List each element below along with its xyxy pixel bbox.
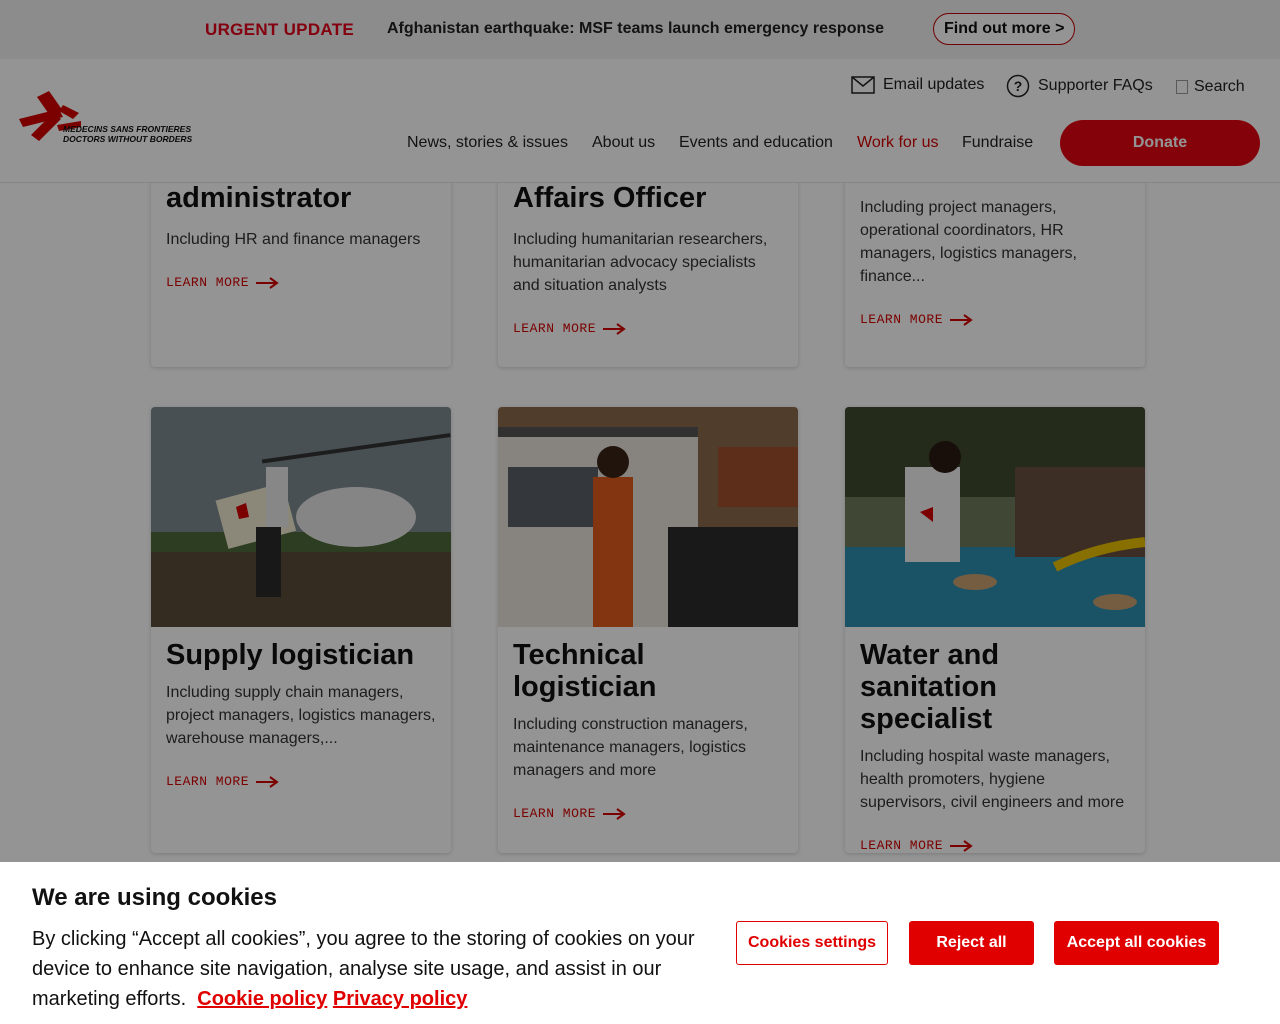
cookie-banner: We are using cookies By clicking “Accept…	[0, 862, 1280, 1024]
cookies-settings-button[interactable]: Cookies settings	[736, 921, 888, 965]
modal-overlay	[0, 0, 1280, 862]
cookie-policy-link[interactable]: Cookie policy	[197, 988, 327, 1010]
cookie-title: We are using cookies	[32, 884, 277, 911]
cookie-text: By clicking “Accept all cookies”, you ag…	[32, 924, 722, 1014]
privacy-policy-link[interactable]: Privacy policy	[333, 988, 468, 1010]
accept-all-cookies-button[interactable]: Accept all cookies	[1054, 921, 1219, 965]
reject-all-button[interactable]: Reject all	[909, 921, 1034, 965]
